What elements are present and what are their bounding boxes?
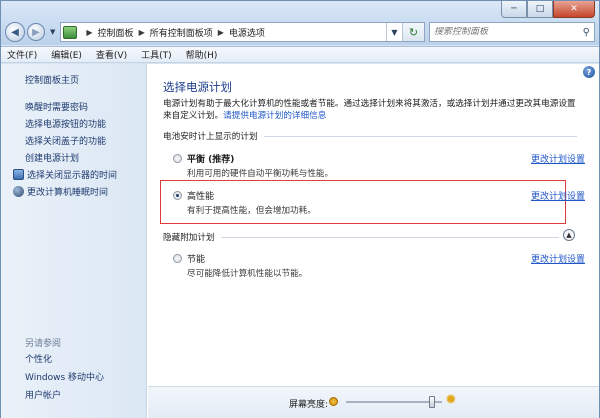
close-button[interactable]: ✕ <box>553 1 595 18</box>
search-icon[interactable]: ⚲ <box>583 27 590 38</box>
sidebar-item-label: 选择关闭显示器的时间 <box>27 171 118 181</box>
brightness-bar: 屏幕亮度: ✹ <box>148 386 599 418</box>
navigation-row: ◀ ▶ ▼ ▶ 控制面板 ▶ 所有控制面板项 ▶ 电源选项 ▼ ↻ ⚲ <box>5 21 595 43</box>
plan-details-link[interactable]: 请提供电源计划的详细信息 <box>223 111 326 121</box>
dim-sun-icon <box>329 397 338 406</box>
plan-name: 高性能 <box>187 192 215 202</box>
sidebar: 控制面板主页 唤醒时需要密码 选择电源按钮的功能 选择关闭盖子的功能 创建电源计… <box>1 64 147 418</box>
plan-high-performance[interactable]: 高性能 有利于提高性能，但会增加功耗。 更改计划设置 <box>173 188 585 218</box>
breadcrumb-control-panel[interactable]: 控制面板 <box>98 26 134 39</box>
change-plan-settings-link-high-performance[interactable]: 更改计划设置 <box>531 189 585 202</box>
main-panel: ? 选择电源计划 电源计划有助于最大化计算机的性能或者节能。通过选择计划来将其激… <box>148 64 599 386</box>
menu-help[interactable]: 帮助(H) <box>186 48 218 61</box>
brightness-label: 屏幕亮度: <box>289 400 329 410</box>
brightness-slider-thumb[interactable] <box>428 396 435 408</box>
breadcrumb-separator-icon[interactable]: ▶ <box>139 28 145 37</box>
brightness-slider[interactable] <box>346 396 442 408</box>
recommended-tag: (推荐) <box>208 155 235 165</box>
sidebar-item-create-plan[interactable]: 创建电源计划 <box>13 149 147 166</box>
window-controls: ─ □ ✕ <box>501 1 595 19</box>
see-also-list: 个性化 Windows 移动中心 用户帐户 <box>25 351 104 405</box>
plan-description: 利用可用的硬件自动平衡功耗与性能。 <box>187 169 334 179</box>
recent-pages-dropdown-icon[interactable]: ▼ <box>50 28 55 36</box>
minimize-button[interactable]: ─ <box>501 1 527 18</box>
sleep-moon-icon <box>13 186 24 197</box>
plan-high-performance-radio[interactable] <box>173 191 182 200</box>
search-input[interactable] <box>434 27 583 37</box>
see-also-personalization[interactable]: 个性化 <box>25 351 104 369</box>
plan-balanced-radio[interactable] <box>173 154 182 163</box>
menu-tools[interactable]: 工具(T) <box>141 48 172 61</box>
plan-name: 平衡 (推荐) <box>187 152 234 165</box>
menu-edit[interactable]: 编辑(E) <box>51 48 82 61</box>
sidebar-task-list: 唤醒时需要密码 选择电源按钮的功能 选择关闭盖子的功能 创建电源计划 选择关闭显… <box>13 98 147 200</box>
plan-balanced[interactable]: 平衡 (推荐) 利用可用的硬件自动平衡功耗与性能。 更改计划设置 <box>173 151 585 181</box>
address-bar[interactable]: ▶ 控制面板 ▶ 所有控制面板项 ▶ 电源选项 ▼ ↻ <box>60 22 425 42</box>
plan-name: 节能 <box>187 255 206 265</box>
sidebar-home-link[interactable]: 控制面板主页 <box>25 73 79 86</box>
hidden-plans-section-heading[interactable]: 隐藏附加计划 <box>163 231 559 243</box>
forward-button[interactable]: ▶ <box>27 23 45 41</box>
sidebar-item-label: 更改计算机睡眠时间 <box>27 188 109 198</box>
section-divider <box>263 135 577 137</box>
breadcrumb-separator-icon[interactable]: ▶ <box>86 28 92 37</box>
monitor-icon <box>13 169 24 180</box>
page-title: 选择电源计划 <box>163 80 232 94</box>
sidebar-item-sleep-time[interactable]: 更改计算机睡眠时间 <box>13 183 147 200</box>
search-box[interactable]: ⚲ <box>429 22 595 42</box>
address-dropdown-icon[interactable]: ▼ <box>386 23 402 41</box>
plan-power-saver[interactable]: 节能 尽可能降低计算机性能以节能。 更改计划设置 <box>173 251 585 281</box>
change-plan-settings-link-power-saver[interactable]: 更改计划设置 <box>531 252 585 265</box>
section-label: 电池安时计上显示的计划 <box>163 132 258 142</box>
plan-name-text: 平衡 <box>187 155 206 165</box>
see-also-user-accounts[interactable]: 用户帐户 <box>25 387 104 405</box>
arrow-left-icon: ◀ <box>11 26 19 38</box>
menu-bar: 文件(F) 编辑(E) 查看(V) 工具(T) 帮助(H) <box>1 46 599 63</box>
sidebar-item-power-button[interactable]: 选择电源按钮的功能 <box>13 115 147 132</box>
page-description: 电源计划有助于最大化计算机的性能或者节能。通过选择计划来将其激活，或选择计划并通… <box>163 98 583 122</box>
control-panel-icon <box>63 25 78 39</box>
sidebar-item-display-off[interactable]: 选择关闭显示器的时间 <box>13 166 147 183</box>
change-plan-settings-link-balanced[interactable]: 更改计划设置 <box>531 152 585 165</box>
breadcrumb-separator-icon[interactable]: ▶ <box>218 28 224 37</box>
breadcrumb-power-options[interactable]: 电源选项 <box>229 26 265 39</box>
collapse-chevron-up-icon[interactable]: ▲ <box>563 229 575 241</box>
sidebar-item-lid-close[interactable]: 选择关闭盖子的功能 <box>13 132 147 149</box>
plan-description: 有利于提高性能，但会增加功耗。 <box>187 206 316 216</box>
back-button[interactable]: ◀ <box>5 22 25 42</box>
plan-power-saver-radio[interactable] <box>173 254 182 263</box>
content-area: 控制面板主页 唤醒时需要密码 选择电源按钮的功能 选择关闭盖子的功能 创建电源计… <box>1 64 599 418</box>
address-bar-end: ▼ ↻ <box>386 23 424 41</box>
title-bar: ─ □ ✕ ◀ ▶ ▼ ▶ 控制面板 ▶ 所有控制面板项 ▶ 电源选项 ▼ ↻ <box>1 1 599 45</box>
section-label: 隐藏附加计划 <box>163 233 215 243</box>
help-icon[interactable]: ? <box>583 66 595 78</box>
see-also-mobility-center[interactable]: Windows 移动中心 <box>25 369 104 387</box>
breadcrumb-all-items[interactable]: 所有控制面板项 <box>150 26 213 39</box>
power-options-window: ─ □ ✕ ◀ ▶ ▼ ▶ 控制面板 ▶ 所有控制面板项 ▶ 电源选项 ▼ ↻ <box>0 0 600 418</box>
refresh-icon[interactable]: ↻ <box>402 23 424 41</box>
see-also-heading: 另请参阅 <box>25 339 62 349</box>
menu-view[interactable]: 查看(V) <box>96 48 127 61</box>
bright-sun-icon: ✹ <box>445 392 457 408</box>
plan-description: 尽可能降低计算机性能以节能。 <box>187 269 308 279</box>
battery-meter-section-heading: 电池安时计上显示的计划 <box>163 130 577 142</box>
maximize-button[interactable]: □ <box>527 1 553 18</box>
menu-file[interactable]: 文件(F) <box>7 48 37 61</box>
section-divider <box>220 236 559 238</box>
arrow-right-icon: ▶ <box>32 26 40 38</box>
sidebar-item-wake-password[interactable]: 唤醒时需要密码 <box>13 98 147 115</box>
